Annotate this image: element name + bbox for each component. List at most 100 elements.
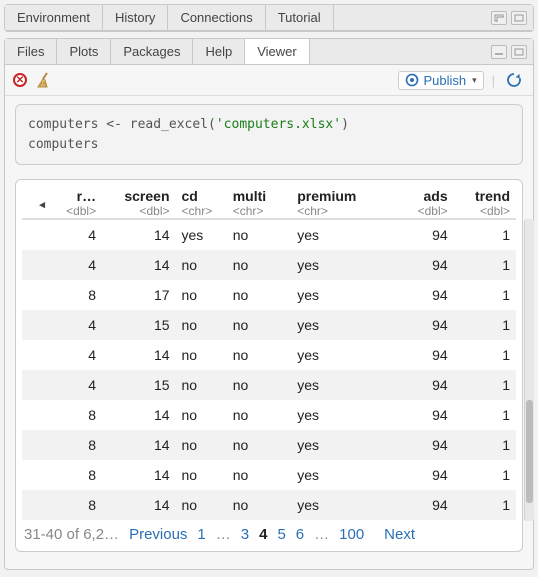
bottom-pane: Files Plots Packages Help Viewer ✕ [4, 38, 534, 570]
table-row: 414nonoyes941 [22, 340, 516, 370]
cell-screen: 15 [102, 310, 175, 340]
tab-history[interactable]: History [103, 5, 168, 30]
cell-r: 8 [51, 280, 102, 310]
col-multi[interactable]: multi<chr> [227, 184, 292, 219]
collapse-icon[interactable] [491, 45, 507, 59]
col-screen-name: screen [124, 188, 169, 204]
cell-screen: 17 [102, 280, 175, 310]
code-box: computers <- read_excel('computers.xlsx'… [15, 104, 523, 165]
publish-label: Publish [423, 73, 466, 88]
row-gutter [22, 430, 51, 460]
tab-connections[interactable]: Connections [168, 5, 265, 30]
tab-plots[interactable]: Plots [57, 39, 111, 64]
cell-cd: no [176, 250, 227, 280]
code-line2: computers [28, 137, 98, 152]
tab-viewer[interactable]: Viewer [245, 39, 310, 64]
tab-packages[interactable]: Packages [111, 39, 193, 64]
cell-ads: 94 [391, 430, 453, 460]
cell-cd: no [176, 460, 227, 490]
cell-premium: yes [291, 310, 391, 340]
col-multi-type: <chr> [233, 204, 286, 218]
cell-r: 4 [51, 370, 102, 400]
tab-files[interactable]: Files [5, 39, 57, 64]
pager-prev[interactable]: Previous [129, 526, 187, 543]
col-trend[interactable]: trend<dbl> [454, 184, 516, 219]
vertical-scrollbar[interactable] [524, 219, 534, 521]
cell-trend: 1 [454, 370, 516, 400]
cell-r: 8 [51, 430, 102, 460]
tab-help[interactable]: Help [193, 39, 245, 64]
cell-premium: yes [291, 370, 391, 400]
cell-ads: 94 [391, 250, 453, 280]
top-tabstrip: Environment History Connections Tutorial [5, 5, 533, 31]
cell-multi: no [227, 219, 292, 250]
code-string: 'computers.xlsx' [216, 117, 341, 132]
row-expand-header[interactable]: ◂ [22, 184, 51, 219]
broom-icon[interactable] [35, 72, 53, 88]
cell-ads: 94 [391, 400, 453, 430]
cell-premium: yes [291, 430, 391, 460]
cell-trend: 1 [454, 310, 516, 340]
table-row: 814nonoyes941 [22, 430, 516, 460]
cell-trend: 1 [454, 219, 516, 250]
table-row: 814nonoyes941 [22, 400, 516, 430]
cell-multi: no [227, 430, 292, 460]
col-r-type: <dbl> [57, 204, 96, 218]
cell-multi: no [227, 310, 292, 340]
col-multi-name: multi [233, 188, 266, 204]
bottom-tabstrip: Files Plots Packages Help Viewer [5, 39, 533, 65]
col-trend-name: trend [475, 188, 510, 204]
cell-multi: no [227, 250, 292, 280]
cell-r: 4 [51, 219, 102, 250]
pager-page[interactable]: 1 [197, 526, 205, 543]
scrollbar-thumb[interactable] [526, 400, 533, 503]
pager-ellipsis: … [314, 526, 329, 543]
chevron-left-icon: ◂ [39, 200, 45, 211]
cell-screen: 14 [102, 340, 175, 370]
col-premium[interactable]: premium<chr> [291, 184, 391, 219]
pager-next[interactable]: Next [384, 526, 415, 543]
col-ads[interactable]: ads<dbl> [391, 184, 453, 219]
cell-multi: no [227, 280, 292, 310]
col-screen[interactable]: screen<dbl> [102, 184, 175, 219]
cell-cd: no [176, 430, 227, 460]
refresh-icon[interactable] [503, 69, 525, 91]
minimize-icon[interactable] [491, 11, 507, 25]
cell-premium: yes [291, 219, 391, 250]
cell-multi: no [227, 340, 292, 370]
pager-page-current[interactable]: 4 [259, 526, 267, 543]
cell-cd: no [176, 280, 227, 310]
row-gutter [22, 219, 51, 250]
pager-page[interactable]: 3 [241, 526, 249, 543]
col-premium-name: premium [297, 188, 356, 204]
table-row: 814nonoyes941 [22, 490, 516, 520]
table-row: 817nonoyes941 [22, 280, 516, 310]
window-icon[interactable] [511, 11, 527, 25]
pager-page[interactable]: 6 [296, 526, 304, 543]
cell-multi: no [227, 490, 292, 520]
viewer-content: computers <- read_excel('computers.xlsx'… [5, 96, 533, 562]
pager-page[interactable]: 100 [339, 526, 364, 543]
table-row: 414yesnoyes941 [22, 219, 516, 250]
clear-viewer-icon[interactable]: ✕ [13, 73, 27, 87]
table-row: 415nonoyes941 [22, 310, 516, 340]
row-gutter [22, 460, 51, 490]
maximize-icon[interactable] [511, 45, 527, 59]
table-body: 414yesnoyes941414nonoyes941817nonoyes941… [22, 219, 516, 520]
col-cd[interactable]: cd<chr> [176, 184, 227, 219]
pager-page[interactable]: 5 [277, 526, 285, 543]
cell-cd: no [176, 370, 227, 400]
tab-tutorial[interactable]: Tutorial [266, 5, 334, 30]
cell-trend: 1 [454, 280, 516, 310]
cell-r: 8 [51, 400, 102, 430]
col-ads-name: ads [424, 188, 448, 204]
col-trend-type: <dbl> [460, 204, 510, 218]
col-r[interactable]: r…<dbl> [51, 184, 102, 219]
publish-button[interactable]: Publish ▾ [398, 71, 483, 90]
cell-multi: no [227, 460, 292, 490]
tab-environment[interactable]: Environment [5, 5, 103, 30]
data-table-box: ◂ r…<dbl> screen<dbl> cd<chr> multi<chr>… [15, 179, 523, 552]
top-pane: Environment History Connections Tutorial [4, 4, 534, 32]
row-gutter [22, 250, 51, 280]
table-row: 814nonoyes941 [22, 460, 516, 490]
